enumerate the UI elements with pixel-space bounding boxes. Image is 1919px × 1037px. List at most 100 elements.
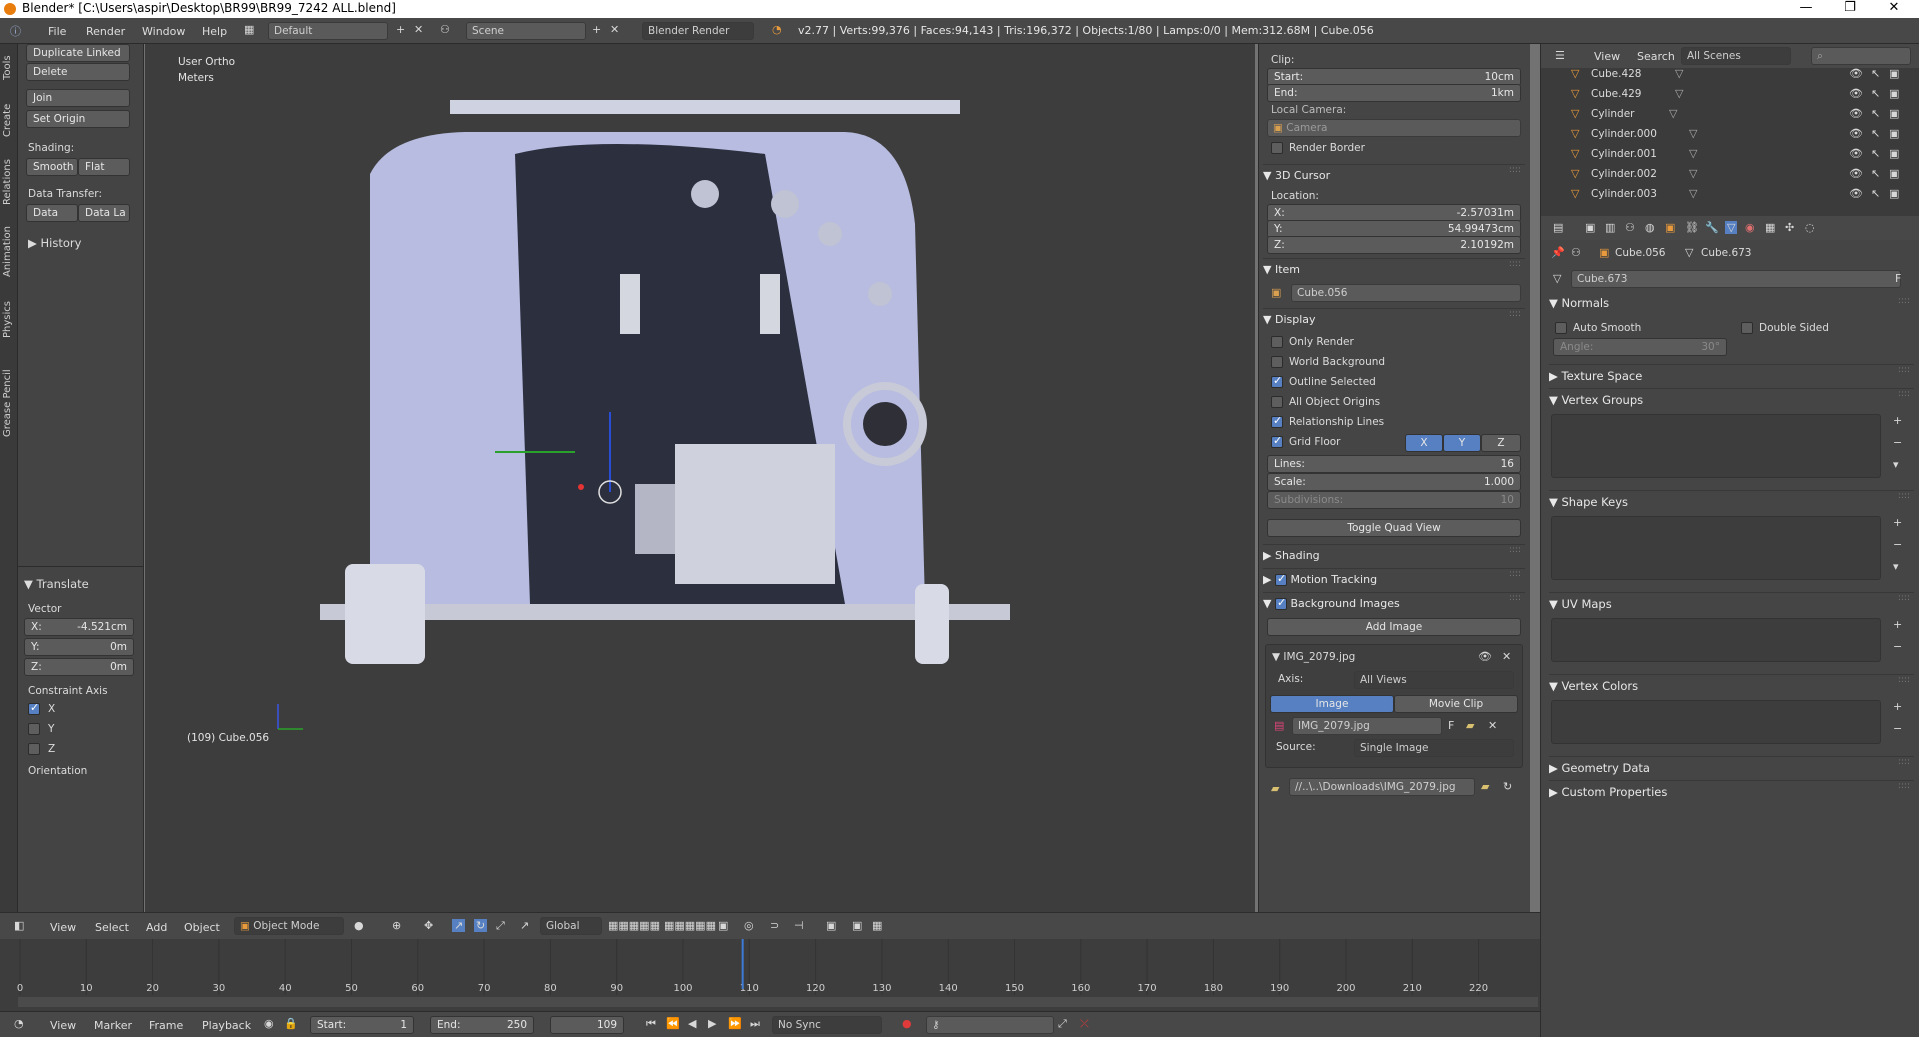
uv-maps-list[interactable] (1551, 618, 1881, 662)
join-button[interactable]: Join (26, 89, 130, 107)
flat-button[interactable]: Flat (78, 158, 130, 176)
screen-layout-icon[interactable]: ▦ (244, 23, 254, 36)
display-panel-header[interactable]: ▼ Display:::: (1263, 308, 1525, 330)
grid-floor-checkbox[interactable] (1271, 434, 1283, 448)
image-browse-icon[interactable]: ▤ (1274, 719, 1284, 732)
view3d-menu-select[interactable]: Select (95, 921, 129, 934)
eye-icon[interactable]: 👁 (1849, 107, 1863, 120)
cursor-z-field[interactable]: Z: 2.10192m (1267, 236, 1521, 254)
view3d-editor-icon[interactable]: ◧ (14, 919, 24, 932)
grid-lines-field[interactable]: Lines: 16 (1267, 455, 1521, 473)
opengl-anim-icon[interactable]: ▦ (872, 919, 882, 932)
timeline-menu-marker[interactable]: Marker (94, 1019, 132, 1032)
only-render-checkbox[interactable] (1271, 336, 1283, 348)
history-header[interactable]: ▶ History (28, 236, 81, 250)
remove-vertex-color-icon[interactable]: − (1893, 722, 1902, 735)
background-images-checkbox[interactable] (1274, 596, 1287, 610)
motion-tracking-header[interactable]: ▶ Motion Tracking:::: (1263, 568, 1525, 590)
mode-select[interactable]: ▣ Object Mode (234, 917, 344, 935)
manipulator-extra-icon[interactable]: ↗ (520, 919, 529, 932)
remove-uv-map-icon[interactable]: − (1893, 640, 1902, 653)
outliner-row[interactable]: ▽ Cylinder.002 ▽ 👁 ↖ ▣ (1541, 164, 1919, 184)
view3d-menu-add[interactable]: Add (146, 921, 167, 934)
particles-tab-icon[interactable]: ✣ (1785, 221, 1794, 234)
timeline[interactable]: 0 10 20 30 40 50 60 70 80 90 100 110 120 130 140 150 160… (0, 939, 1540, 1011)
add-vertex-color-icon[interactable]: + (1893, 700, 1902, 713)
opengl-render-icon[interactable]: ▣ (852, 919, 862, 932)
all-object-origins-checkbox[interactable] (1271, 396, 1283, 408)
menu-window[interactable]: Window (142, 25, 185, 38)
preview-range-icon[interactable]: ◉ (264, 1017, 274, 1030)
reload-icon[interactable]: ↻ (1503, 780, 1512, 793)
mesh-datablock-icon[interactable]: ▽ (1553, 272, 1561, 285)
record-icon[interactable]: ● (902, 1017, 912, 1030)
tab-grease-pencil[interactable]: Grease Pencil (2, 356, 16, 450)
render-preview-icon[interactable]: ▣ (826, 919, 836, 932)
timeline-menu-view[interactable]: View (50, 1019, 76, 1032)
motion-tracking-checkbox[interactable] (1274, 572, 1287, 586)
shape-keys-header[interactable]: ▼ Shape Keys:::: (1549, 490, 1914, 509)
grid-scale-field[interactable]: Scale: 1.000 (1267, 473, 1521, 491)
tab-relations[interactable]: Relations (2, 152, 16, 212)
geometry-data-header[interactable]: ▶ Geometry Data:::: (1549, 756, 1914, 775)
insert-keyframe-icon[interactable]: ⤢ (1058, 1017, 1067, 1031)
outliner-row[interactable]: ▽ Cylinder ▽ 👁 ↖ ▣ (1541, 104, 1919, 124)
remove-image-icon[interactable]: ✕ (1502, 650, 1511, 663)
fake-user-button[interactable]: F (1895, 272, 1901, 285)
proportional-edit-icon[interactable]: ◎ (744, 919, 754, 932)
select-arrow-icon[interactable]: ↖ (1871, 127, 1880, 140)
scene-field[interactable]: Scene (466, 22, 586, 40)
grid-axis-z-toggle[interactable]: Z (1481, 434, 1521, 452)
outline-selected-checkbox[interactable] (1271, 374, 1283, 388)
data-transfer-button[interactable]: Data (26, 204, 78, 222)
timeline-ruler[interactable]: 0 10 20 30 40 50 60 70 80 90 100 110 120 130 140 150 160… (0, 939, 1540, 1011)
add-vertex-group-icon[interactable]: + (1893, 414, 1902, 427)
relationship-lines-checkbox[interactable] (1271, 414, 1283, 428)
translate-manipulator-icon[interactable]: ↗ (452, 919, 466, 932)
item-name-field[interactable]: Cube.056 (1291, 284, 1521, 302)
cursor-panel-header[interactable]: ▼ 3D Cursor:::: (1263, 164, 1525, 186)
translate-header[interactable]: ▼ Translate (24, 577, 89, 591)
tab-physics[interactable]: Physics (2, 292, 16, 348)
tab-tools[interactable]: Tools (2, 48, 16, 88)
constraint-y-checkbox[interactable] (28, 723, 40, 735)
end-frame-field[interactable]: End: 250 (430, 1016, 534, 1034)
outliner-search-input[interactable]: ⌕ (1811, 47, 1911, 65)
outliner-row[interactable]: ▽ Cylinder.003 ▽ 👁 ↖ ▣ (1541, 184, 1919, 204)
eye-icon[interactable]: 👁 (1478, 650, 1492, 663)
minimize-button[interactable]: — (1786, 0, 1826, 18)
add-uv-map-icon[interactable]: + (1893, 618, 1902, 631)
shading-panel-header[interactable]: ▶ Shading:::: (1263, 544, 1525, 566)
tab-movie-clip[interactable]: Movie Clip (1394, 695, 1518, 713)
render-tab-icon[interactable]: ▣ (1585, 221, 1595, 234)
item-panel-header[interactable]: ▼ Item:::: (1263, 258, 1525, 280)
translate-x-field[interactable]: X: -4.521cm (24, 618, 134, 636)
menu-render[interactable]: Render (86, 25, 125, 38)
render-border-checkbox[interactable] (1271, 142, 1283, 154)
outliner-menu-view[interactable]: View (1594, 50, 1620, 63)
render-camera-icon[interactable]: ▣ (1889, 87, 1899, 100)
material-tab-icon[interactable]: ◉ (1745, 221, 1755, 234)
set-origin-button[interactable]: Set Origin (26, 110, 130, 128)
normals-panel-header[interactable]: ▼ Normals:::: (1549, 296, 1914, 310)
delete-screen-icon[interactable]: ✕ (414, 23, 423, 36)
image-entry-header[interactable]: ▼ IMG_2079.jpg (1272, 651, 1355, 663)
grid-axis-y-toggle[interactable]: Y (1443, 434, 1481, 452)
timeline-menu-playback[interactable]: Playback (202, 1019, 251, 1032)
texture-space-header[interactable]: ▶ Texture Space:::: (1549, 364, 1914, 383)
play-reverse-icon[interactable]: ◀ (688, 1017, 696, 1030)
current-frame-field[interactable]: 109 (550, 1016, 624, 1034)
world-tab-icon[interactable]: ◍ (1645, 221, 1655, 234)
jump-keyframe-forward-icon[interactable]: ⏩ (728, 1017, 742, 1030)
keying-set-field[interactable]: ⚷ (926, 1016, 1054, 1034)
info-editor-icon[interactable]: ⓘ (10, 23, 21, 39)
tab-image[interactable]: Image (1270, 695, 1394, 713)
smooth-button[interactable]: Smooth (26, 158, 78, 176)
double-sided-checkbox[interactable] (1741, 322, 1753, 334)
translate-y-field[interactable]: Y: 0m (24, 638, 134, 656)
menu-file[interactable]: File (48, 25, 66, 38)
lock-camera-icon[interactable]: ▣ (718, 919, 728, 932)
outliner-row[interactable]: ▽ Cube.429 ▽ 👁 ↖ ▣ (1541, 84, 1919, 104)
add-image-button[interactable]: Add Image (1267, 618, 1521, 636)
screen-layout-field[interactable]: Default (268, 22, 388, 40)
